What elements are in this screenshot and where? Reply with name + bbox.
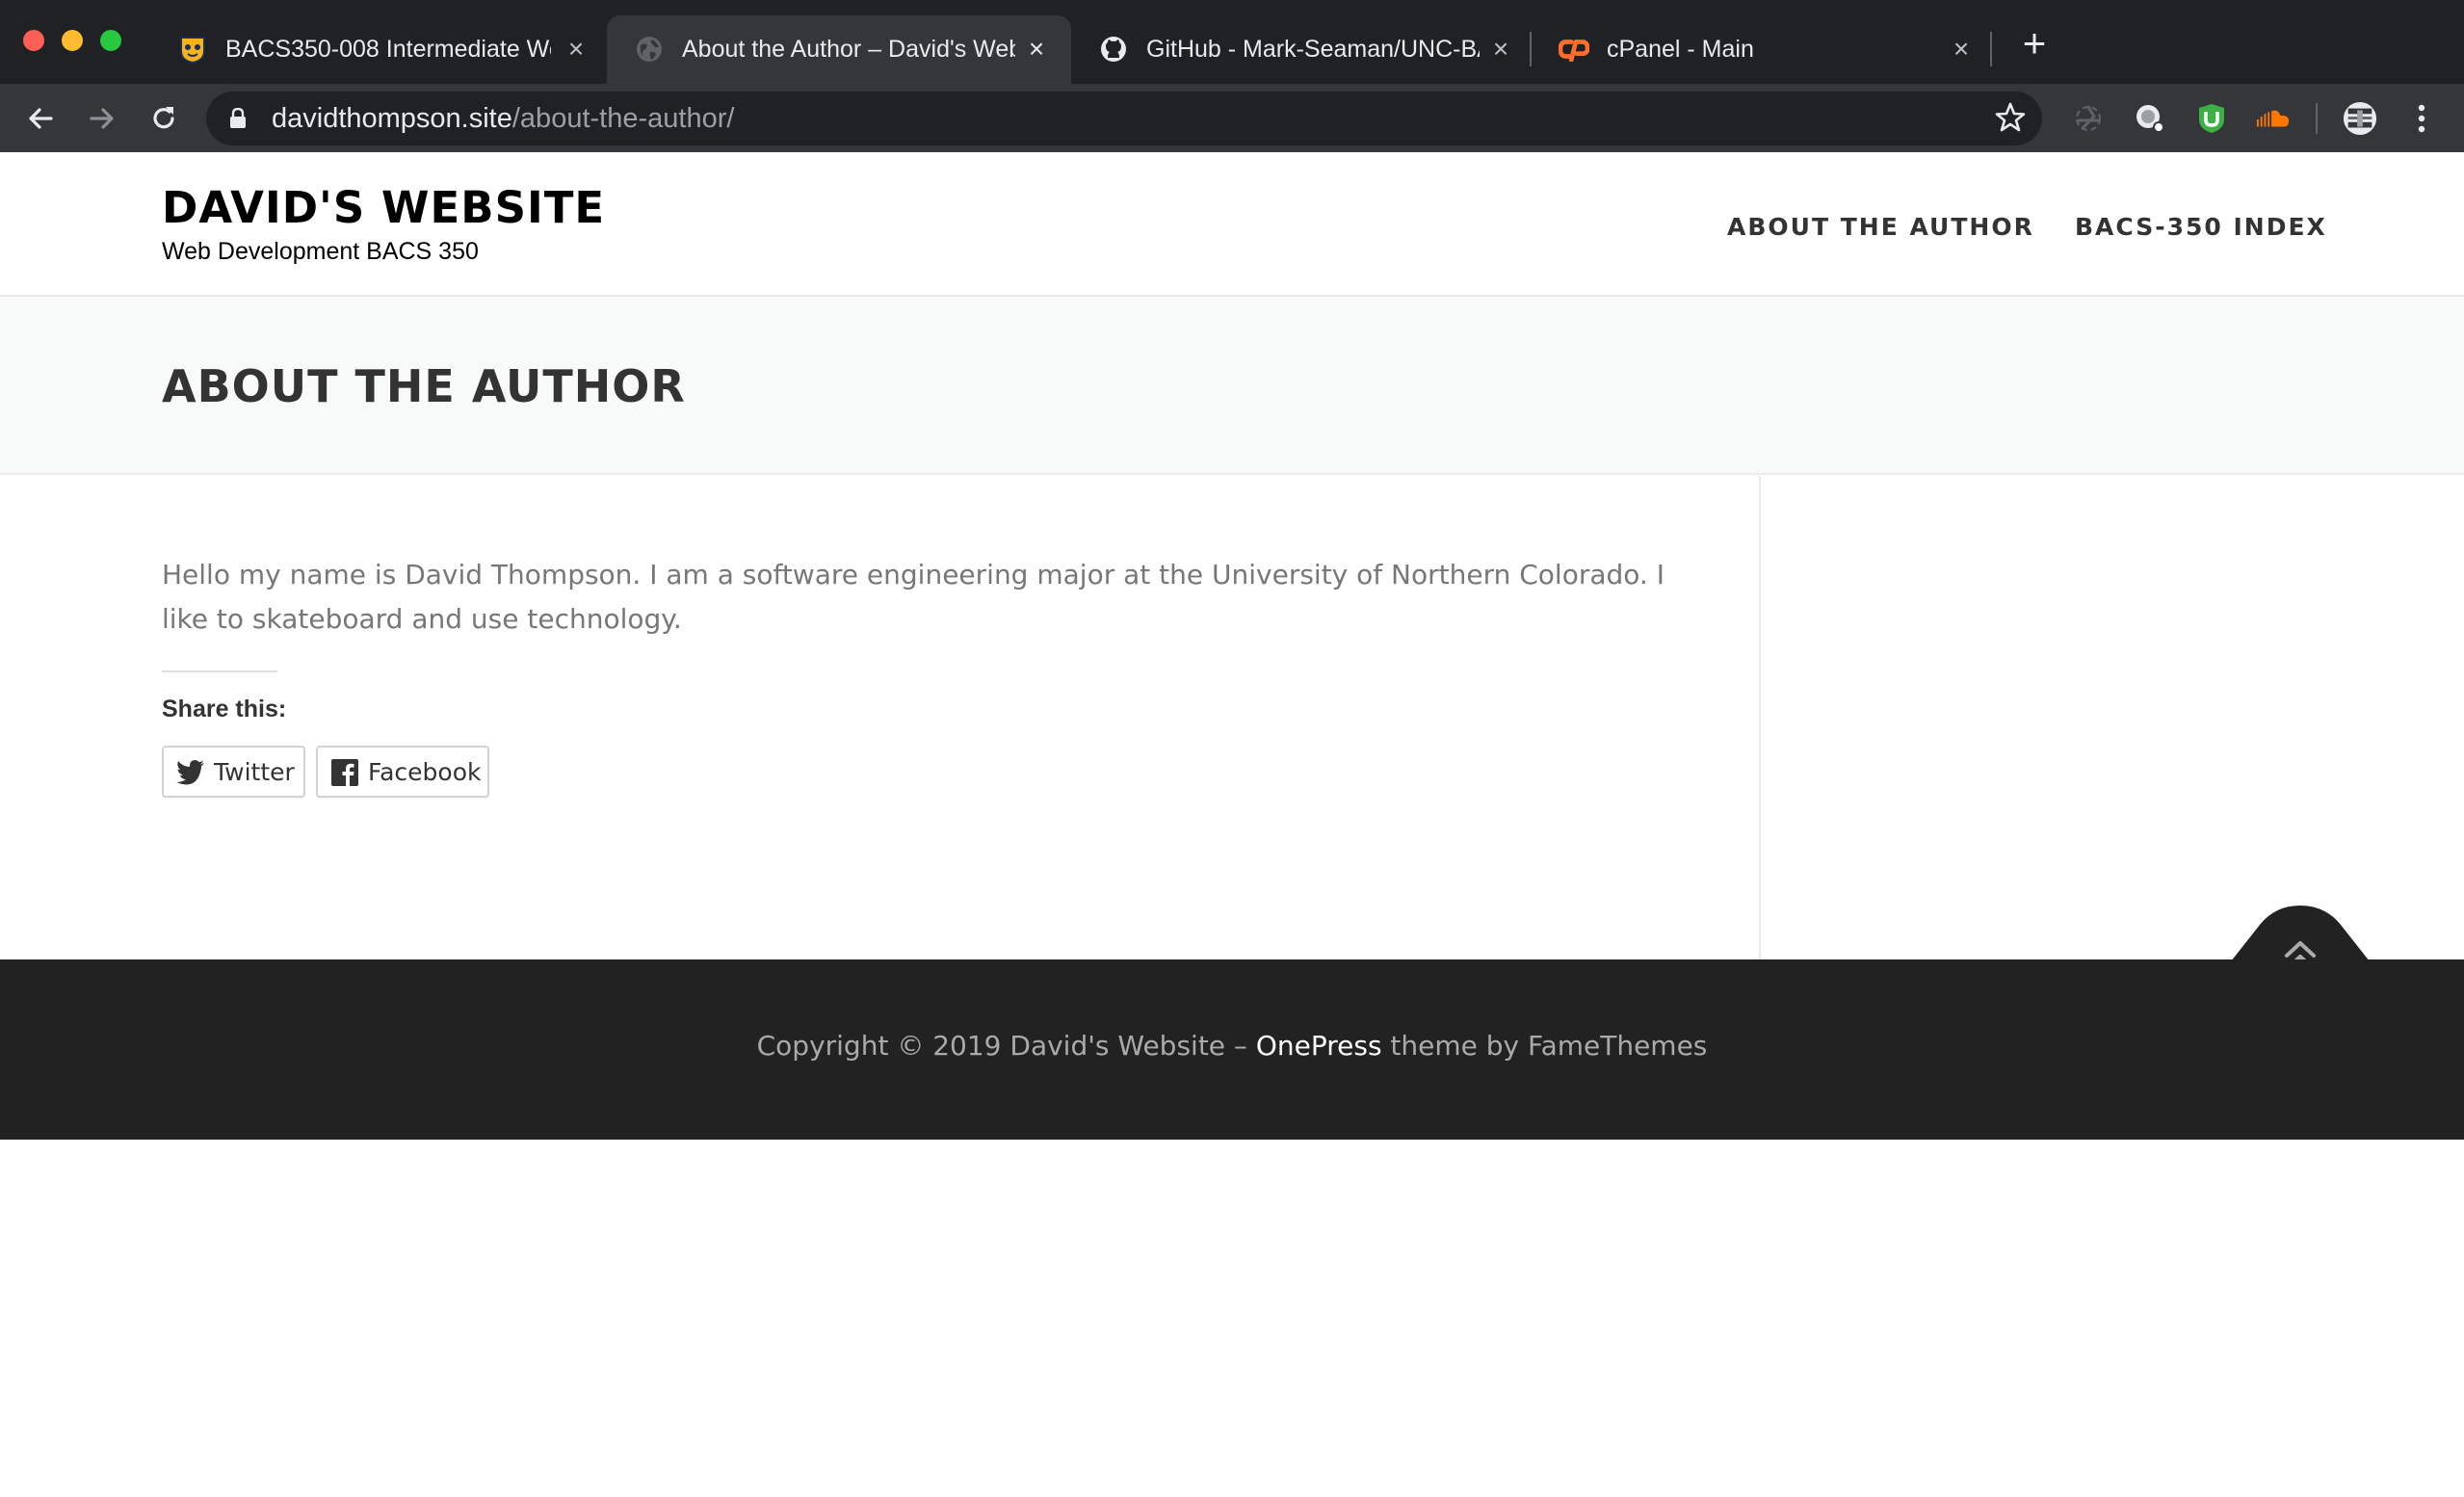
back-button[interactable] bbox=[19, 97, 62, 140]
reload-icon bbox=[153, 107, 174, 129]
github-icon bbox=[1098, 34, 1129, 65]
url-host: davidthompson.site bbox=[272, 103, 512, 134]
site-footer: Copyright © 2019 David's Website – OnePr… bbox=[0, 959, 2464, 1140]
share-facebook-label: Facebook bbox=[368, 758, 482, 786]
address-url: davidthompson.site/about-the-author/ bbox=[272, 101, 734, 136]
share-facebook-button[interactable]: Facebook bbox=[316, 746, 489, 798]
tab-close-icon[interactable]: × bbox=[1487, 36, 1514, 63]
nav-item-bacs-350-index[interactable]: BACS-350 INDEX bbox=[2075, 212, 2327, 243]
page-title: ABOUT THE AUTHOR bbox=[162, 360, 686, 412]
soundcloud-extension-icon[interactable] bbox=[2256, 101, 2291, 136]
profile-avatar[interactable] bbox=[2343, 101, 2377, 136]
tab-separator bbox=[1990, 32, 1992, 66]
share-divider bbox=[162, 670, 277, 672]
lock-icon bbox=[229, 107, 247, 134]
browser-tab-bar: BACS350-008 Intermediate Web × About the… bbox=[0, 0, 2464, 84]
entry-content: Hello my name is David Thompson. I am a … bbox=[162, 559, 1665, 635]
facebook-icon bbox=[329, 758, 360, 787]
share-twitter-label: Twitter bbox=[214, 758, 295, 786]
address-bar[interactable]: davidthompson.site/about-the-author/ bbox=[206, 92, 2042, 145]
tab-title: GitHub - Mark-Seaman/UNC-BACS350 bbox=[1146, 36, 1480, 63]
window-minimize-button[interactable] bbox=[62, 30, 83, 51]
recycle-extension-icon[interactable] bbox=[2071, 101, 2106, 136]
forward-arrow-icon bbox=[90, 108, 114, 129]
unc-bear-icon bbox=[177, 34, 208, 65]
tab-close-icon[interactable]: × bbox=[1023, 36, 1050, 63]
tab-close-icon[interactable]: × bbox=[563, 36, 590, 63]
back-arrow-icon bbox=[29, 108, 53, 129]
new-tab-button[interactable]: + bbox=[2017, 23, 2052, 64]
twitter-icon bbox=[175, 758, 206, 787]
tab-title: cPanel - Main bbox=[1607, 36, 1754, 63]
search-extension-icon[interactable] bbox=[2133, 101, 2167, 136]
window-close-button[interactable] bbox=[23, 30, 44, 51]
footer-copyright-prefix: Copyright © 2019 David's Website – bbox=[756, 1030, 1256, 1062]
url-path: /about-the-author/ bbox=[511, 103, 735, 134]
tab-title: About the Author – David's Website bbox=[682, 36, 1015, 63]
sidebar-divider bbox=[1759, 476, 1761, 959]
reload-button[interactable] bbox=[143, 97, 185, 140]
browser-tab-github[interactable]: GitHub - Mark-Seaman/UNC-BACS350 × bbox=[1071, 15, 1528, 84]
browser-menu-icon[interactable] bbox=[2404, 101, 2439, 136]
ublock-extension-icon[interactable] bbox=[2194, 101, 2229, 136]
forward-button[interactable] bbox=[81, 97, 123, 140]
globe-icon bbox=[634, 34, 665, 65]
browser-tab-bacs350[interactable]: BACS350-008 Intermediate Web × bbox=[150, 15, 607, 84]
share-twitter-button[interactable]: Twitter bbox=[162, 746, 305, 798]
browser-tab-cpanel[interactable]: cPanel - Main × bbox=[1532, 15, 1988, 84]
site-title[interactable]: DAVID'S WEBSITE bbox=[162, 181, 605, 235]
site-tagline: Web Development BACS 350 bbox=[162, 238, 479, 265]
browser-tab-about-the-author[interactable]: About the Author – David's Website × bbox=[607, 15, 1071, 84]
footer-copyright-suffix: theme by FameThemes bbox=[1381, 1030, 1708, 1062]
page-header: ABOUT THE AUTHOR bbox=[0, 298, 2464, 475]
bookmark-star-icon[interactable] bbox=[1994, 101, 2027, 139]
nav-item-about-the-author[interactable]: ABOUT THE AUTHOR bbox=[1727, 212, 2034, 243]
toolbar-separator bbox=[2316, 103, 2318, 134]
cpanel-icon bbox=[1559, 34, 1589, 65]
browser-toolbar: davidthompson.site/about-the-author/ bbox=[0, 84, 2464, 152]
share-label: Share this: bbox=[162, 696, 287, 722]
window-zoom-button[interactable] bbox=[100, 30, 121, 51]
footer-theme-link[interactable]: OnePress bbox=[1256, 1030, 1382, 1062]
tab-title: BACS350-008 Intermediate Web bbox=[225, 36, 551, 63]
tab-close-icon[interactable]: × bbox=[1948, 36, 1975, 63]
footer-copyright: Copyright © 2019 David's Website – OnePr… bbox=[0, 1029, 2464, 1064]
site-header: DAVID'S WEBSITE Web Development BACS 350… bbox=[0, 152, 2464, 297]
